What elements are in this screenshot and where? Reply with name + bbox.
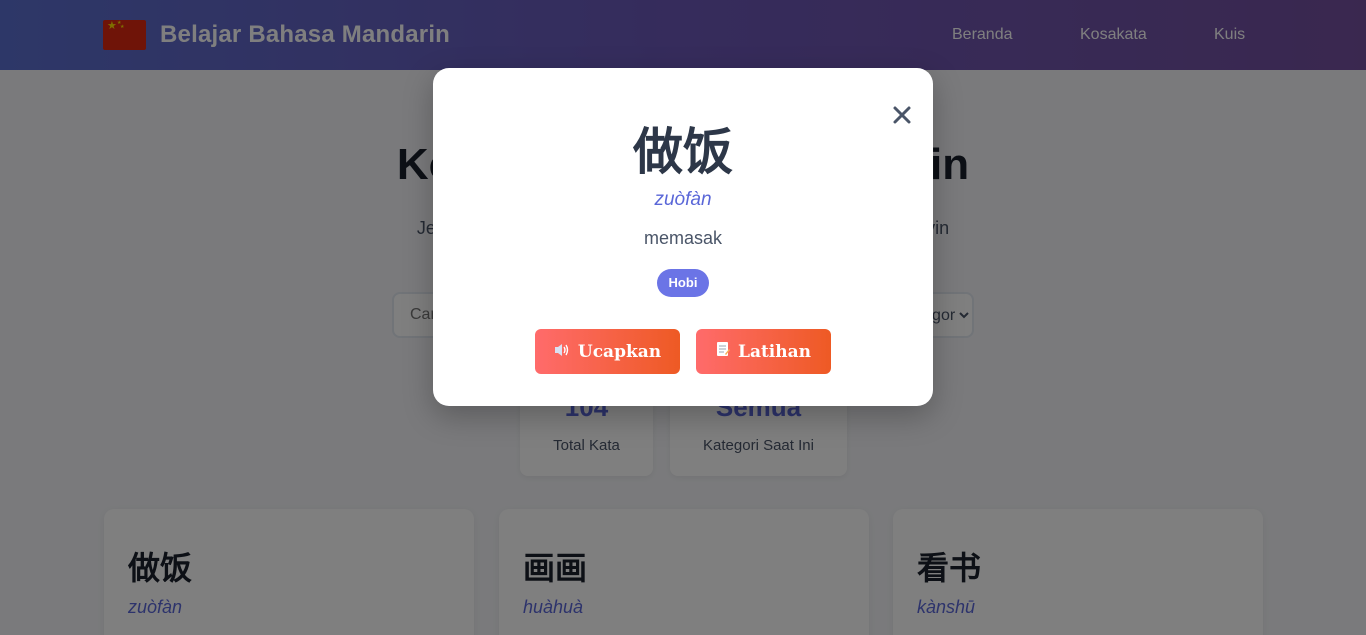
speak-button-label: Ucapkan <box>577 341 662 362</box>
memo-icon <box>716 341 730 362</box>
practice-button[interactable]: Latihan <box>696 329 831 374</box>
speaker-icon <box>554 342 570 362</box>
modal-meaning: memasak <box>643 228 723 248</box>
modal-pinyin: zuòfàn <box>654 189 712 210</box>
modal-hanzi: 做饭 <box>633 123 733 181</box>
category-badge: Hobi <box>657 269 709 297</box>
speak-button[interactable]: Ucapkan <box>535 329 680 374</box>
practice-button-label: Latihan <box>737 341 811 362</box>
word-detail-modal: 做饭 zuòfàn memasak Hobi Ucapkan Latihan <box>433 68 933 406</box>
